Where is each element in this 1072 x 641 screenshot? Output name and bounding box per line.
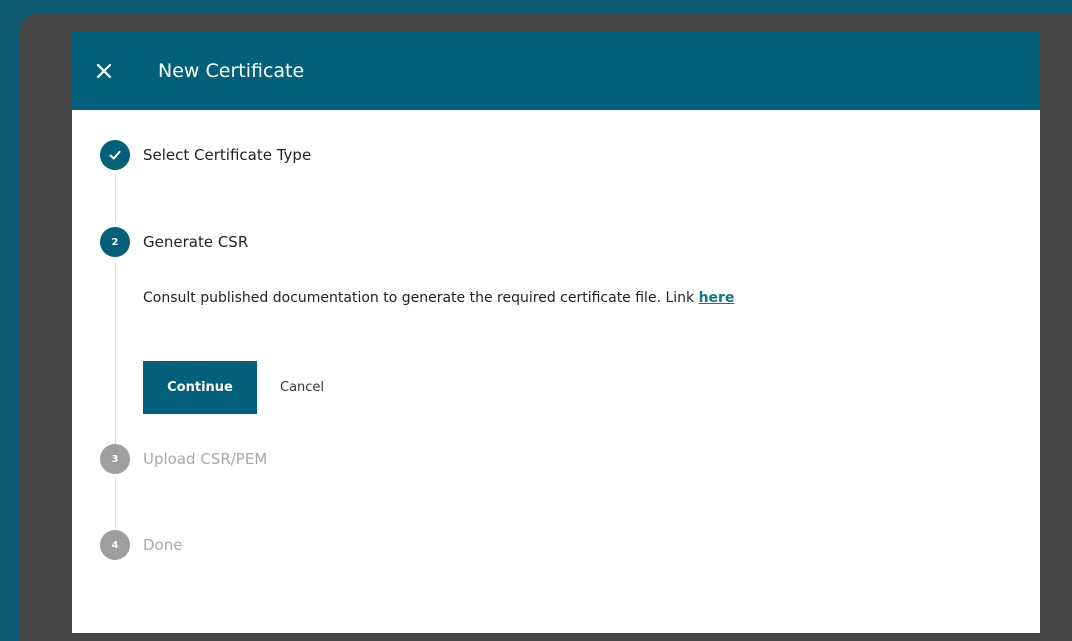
step-connector bbox=[115, 478, 116, 535]
dialog-title: New Certificate bbox=[158, 60, 305, 82]
continue-button[interactable]: Continue bbox=[143, 361, 257, 414]
new-certificate-dialog: New Certificate Select Certificate Type … bbox=[72, 32, 1040, 633]
documentation-link[interactable]: here bbox=[699, 290, 735, 306]
description-text: Consult published documentation to gener… bbox=[143, 290, 699, 306]
step-connector bbox=[115, 262, 116, 455]
close-icon bbox=[96, 63, 112, 79]
step-connector bbox=[115, 174, 116, 223]
step-description: Consult published documentation to gener… bbox=[143, 288, 734, 308]
step-4-label: Done bbox=[143, 536, 183, 554]
step-1-label: Select Certificate Type bbox=[143, 146, 312, 164]
step-2-icon: 2 bbox=[100, 227, 130, 257]
check-icon bbox=[109, 150, 121, 160]
step-4-icon: 4 bbox=[100, 530, 130, 560]
step-3-label: Upload CSR/PEM bbox=[143, 450, 268, 468]
step-1-icon bbox=[100, 140, 130, 170]
dialog-header: New Certificate bbox=[72, 32, 1040, 110]
step-2-label: Generate CSR bbox=[143, 233, 249, 251]
step-3-icon: 3 bbox=[100, 444, 130, 474]
cancel-button[interactable]: Cancel bbox=[270, 361, 334, 414]
close-button[interactable] bbox=[92, 59, 116, 83]
